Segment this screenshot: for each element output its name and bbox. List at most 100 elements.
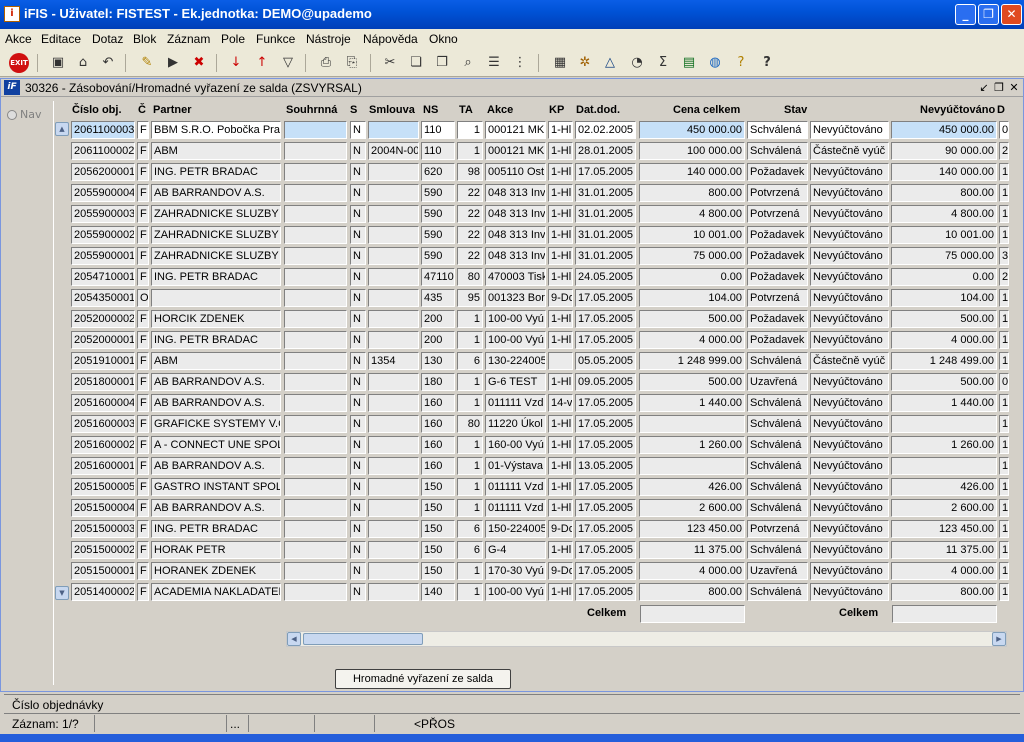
cell-akce[interactable]: 001323 Bor [485,289,546,307]
cell-ns[interactable]: 180 [421,373,455,391]
table-row[interactable]: 2051600002 F A - CONNECT UNE SPOL. N 160 1 160… [71,434,1011,455]
cell-ta[interactable]: 6 [457,520,483,538]
sum-icon[interactable]: Σ [653,53,673,73]
cell-ns[interactable]: 150 [421,520,455,538]
cell-c[interactable]: F [137,562,149,580]
cell-kp[interactable]: 1-Hl [548,373,573,391]
cell-stav[interactable]: Schválená [747,394,808,412]
table-row[interactable]: 2051400002 F ACADEMIA NAKLADATEL N 140 1 100-0… [71,581,1011,602]
cell-ns[interactable]: 150 [421,478,455,496]
find-icon[interactable]: ⌕ [458,53,478,73]
table-row[interactable]: 2051600001 F AB BARRANDOV A.S. N 160 1 01-Výst… [71,455,1011,476]
scroll-down-icon[interactable]: ▼ [55,586,69,600]
cell-souhrnna[interactable] [284,289,347,307]
cell-smlouva[interactable] [368,541,419,559]
cell-kp[interactable]: 1-Hl [548,205,573,223]
table-row[interactable]: 2052000002 F HORCIK ZDENEK N 200 1 100-00 Vyú 1… [71,308,1011,329]
cell-s[interactable]: N [350,163,366,181]
cell-nevyuct[interactable] [891,415,997,433]
cell-vyuct[interactable]: Nevyúčtováno [810,520,889,538]
cell-d[interactable]: 1 [999,352,1009,370]
table-row[interactable]: 2055900003 F ZAHRADNICKE SLUZBY N 590 22 048 3… [71,203,1011,224]
cell-partner[interactable]: BBM S.R.O. Pobočka Prah [151,121,281,139]
cell-ns[interactable]: 160 [421,415,455,433]
enter-query-icon[interactable]: ✎ [137,53,157,73]
cell-s[interactable]: N [350,331,366,349]
cell-cena[interactable]: 450 000.00 [639,121,745,139]
cell-smlouva[interactable] [368,289,419,307]
sort-desc-icon[interactable]: ↑ [252,53,272,73]
cell-vyuct[interactable]: Nevyúčtováno [810,436,889,454]
cell-souhrnna[interactable] [284,541,347,559]
cell-souhrnna[interactable] [284,583,347,601]
cell-akce[interactable]: 048 313 Inv [485,205,546,223]
cell-d[interactable]: 1 [999,457,1009,475]
cell-stav[interactable]: Potvrzená [747,205,808,223]
print-preview-icon[interactable]: ⌂ [73,53,93,73]
cell-datum[interactable]: 17.05.2005 [575,478,636,496]
cell-s[interactable]: N [350,478,366,496]
cell-ns[interactable]: 130 [421,352,455,370]
cell-stav[interactable]: Požadavek [747,163,808,181]
cell-c[interactable]: F [137,268,149,286]
restore-button[interactable]: ❐ [978,4,999,25]
cell-smlouva[interactable] [368,499,419,517]
cell-smlouva[interactable] [368,247,419,265]
cell-vyuct[interactable]: Nevyúčtováno [810,394,889,412]
cell-stav[interactable]: Schválená [747,121,808,139]
warning-icon[interactable]: △ [600,53,620,73]
cell-d[interactable]: 1 [999,226,1009,244]
cell-souhrnna[interactable] [284,394,347,412]
cell-ns[interactable]: 160 [421,394,455,412]
cell-c[interactable]: F [137,310,149,328]
cell-datum[interactable]: 17.05.2005 [575,310,636,328]
scroll-up-icon[interactable]: ▲ [55,122,69,136]
cell-akce[interactable]: 011111 Vzd [485,394,546,412]
cell-s[interactable]: N [350,499,366,517]
menu-akce[interactable]: Akce [5,32,32,46]
table-row[interactable]: 2051910001 F ABM N 1354 130 6 130-224005 05.05.2… [71,350,1011,371]
cell-nevyuct[interactable]: 0.00 [891,268,997,286]
cell-cislo[interactable]: 2054350001 [71,289,135,307]
cell-ns[interactable]: 200 [421,331,455,349]
cell-stav[interactable]: Uzavřená [747,373,808,391]
cell-smlouva[interactable] [368,520,419,538]
cell-partner[interactable]: ZAHRADNICKE SLUZBY [151,226,281,244]
cell-ns[interactable]: 150 [421,562,455,580]
cell-cislo[interactable]: 2061100002 [71,142,135,160]
cell-vyuct[interactable]: Nevyúčtováno [810,373,889,391]
cell-nevyuct[interactable]: 800.00 [891,184,997,202]
cell-souhrnna[interactable] [284,499,347,517]
cell-smlouva[interactable] [368,184,419,202]
menu-napoveda[interactable]: Nápověda [363,32,418,46]
filter-icon[interactable]: ▽ [278,53,298,73]
list-icon[interactable]: ☰ [484,53,504,73]
cell-nevyuct[interactable]: 4 800.00 [891,205,997,223]
chart-icon[interactable]: ◔ [627,53,647,73]
cell-akce[interactable]: 01-Výstava [485,457,546,475]
cell-ns[interactable]: 140 [421,583,455,601]
cell-c[interactable]: F [137,247,149,265]
cell-akce[interactable]: 048 313 Inv [485,247,546,265]
cell-cena[interactable]: 123 450.00 [639,520,745,538]
cell-partner[interactable]: GRAFICKE SYSTEMY V.C [151,415,281,433]
cell-partner[interactable]: AB BARRANDOV A.S. [151,184,281,202]
cell-souhrnna[interactable] [284,562,347,580]
cell-vyuct[interactable]: Nevyúčtováno [810,562,889,580]
paste-icon[interactable]: ❐ [432,53,452,73]
cell-akce[interactable]: 150-224005 [485,520,546,538]
cell-s[interactable]: N [350,268,366,286]
cell-partner[interactable]: ING. PETR BRADAC [151,268,281,286]
cell-partner[interactable]: ING. PETR BRADAC [151,520,281,538]
cell-datum[interactable]: 17.05.2005 [575,562,636,580]
cell-c[interactable]: F [137,121,149,139]
cell-c[interactable]: F [137,541,149,559]
cell-ta[interactable]: 22 [457,247,483,265]
cell-kp[interactable]: 9-Do [548,562,573,580]
cell-nevyuct[interactable]: 104.00 [891,289,997,307]
cell-c[interactable]: F [137,226,149,244]
cell-stav[interactable]: Potvrzená [747,184,808,202]
cell-cislo[interactable]: 2051600004 [71,394,135,412]
printer-setup-icon[interactable]: ⎘ [342,53,362,73]
cell-kp[interactable]: 1-Hl [548,184,573,202]
